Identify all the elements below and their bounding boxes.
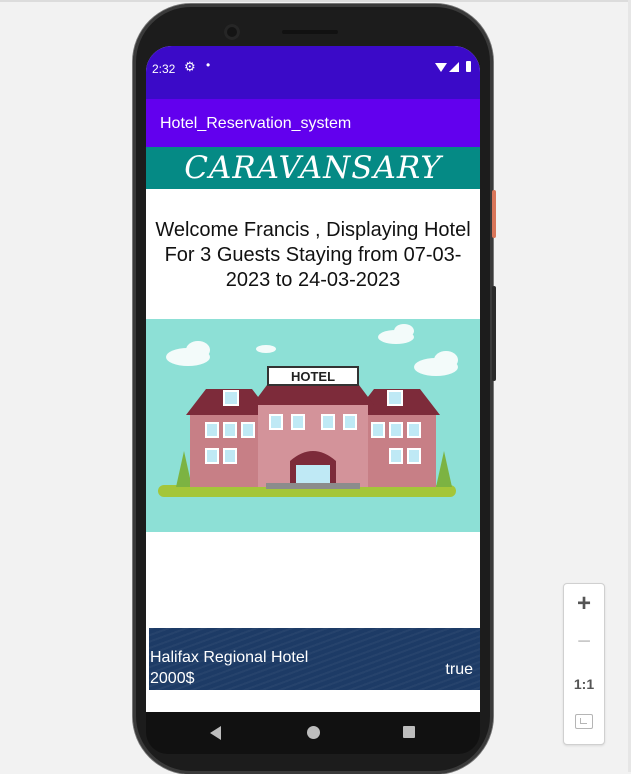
hotel-sign-text: HOTEL	[291, 369, 335, 384]
hotel-name: Halifax Regional Hotel	[150, 649, 309, 666]
brand-banner: CARAVANSARY	[146, 147, 480, 189]
phone-screen: 2:32 ⚙ • Hotel_Reservation_system CARAVA…	[146, 46, 480, 712]
hotel-availability: true	[445, 661, 473, 678]
wifi-icon	[435, 63, 447, 72]
back-icon[interactable]	[210, 726, 221, 740]
hotel-illustration: HOTEL	[146, 319, 480, 532]
earpiece	[282, 30, 338, 34]
welcome-message: Welcome Francis , Displaying Hotel For 3…	[155, 219, 471, 291]
zoom-in-button[interactable]: +	[564, 590, 604, 618]
home-icon[interactable]	[307, 726, 320, 739]
notification-dot-icon: •	[206, 58, 211, 72]
signal-icon	[449, 62, 459, 72]
settings-icon: ⚙	[184, 59, 196, 74]
volume-button[interactable]	[492, 286, 496, 381]
recents-icon[interactable]	[403, 726, 415, 738]
status-bar: 2:32 ⚙ •	[146, 46, 480, 99]
hotel-list-item[interactable]: Halifax Regional Hotel 2000$ true	[149, 628, 480, 690]
emulator-top-border	[0, 0, 631, 2]
app-title: Hotel_Reservation_system	[160, 115, 352, 132]
fit-screen-icon[interactable]	[575, 714, 593, 729]
camera-icon	[224, 24, 240, 40]
status-time: 2:32	[152, 62, 176, 76]
power-button[interactable]	[492, 190, 496, 238]
zoom-controls: + − 1:1	[563, 583, 605, 745]
app-bar: Hotel_Reservation_system	[146, 99, 480, 147]
battery-icon	[466, 61, 471, 72]
zoom-out-button[interactable]: −	[564, 628, 604, 656]
hotel-price: 2000$	[150, 670, 195, 687]
navigation-bar	[146, 712, 480, 754]
actual-size-button[interactable]: 1:1	[564, 676, 604, 692]
hotel-building-icon: HOTEL	[158, 324, 458, 497]
